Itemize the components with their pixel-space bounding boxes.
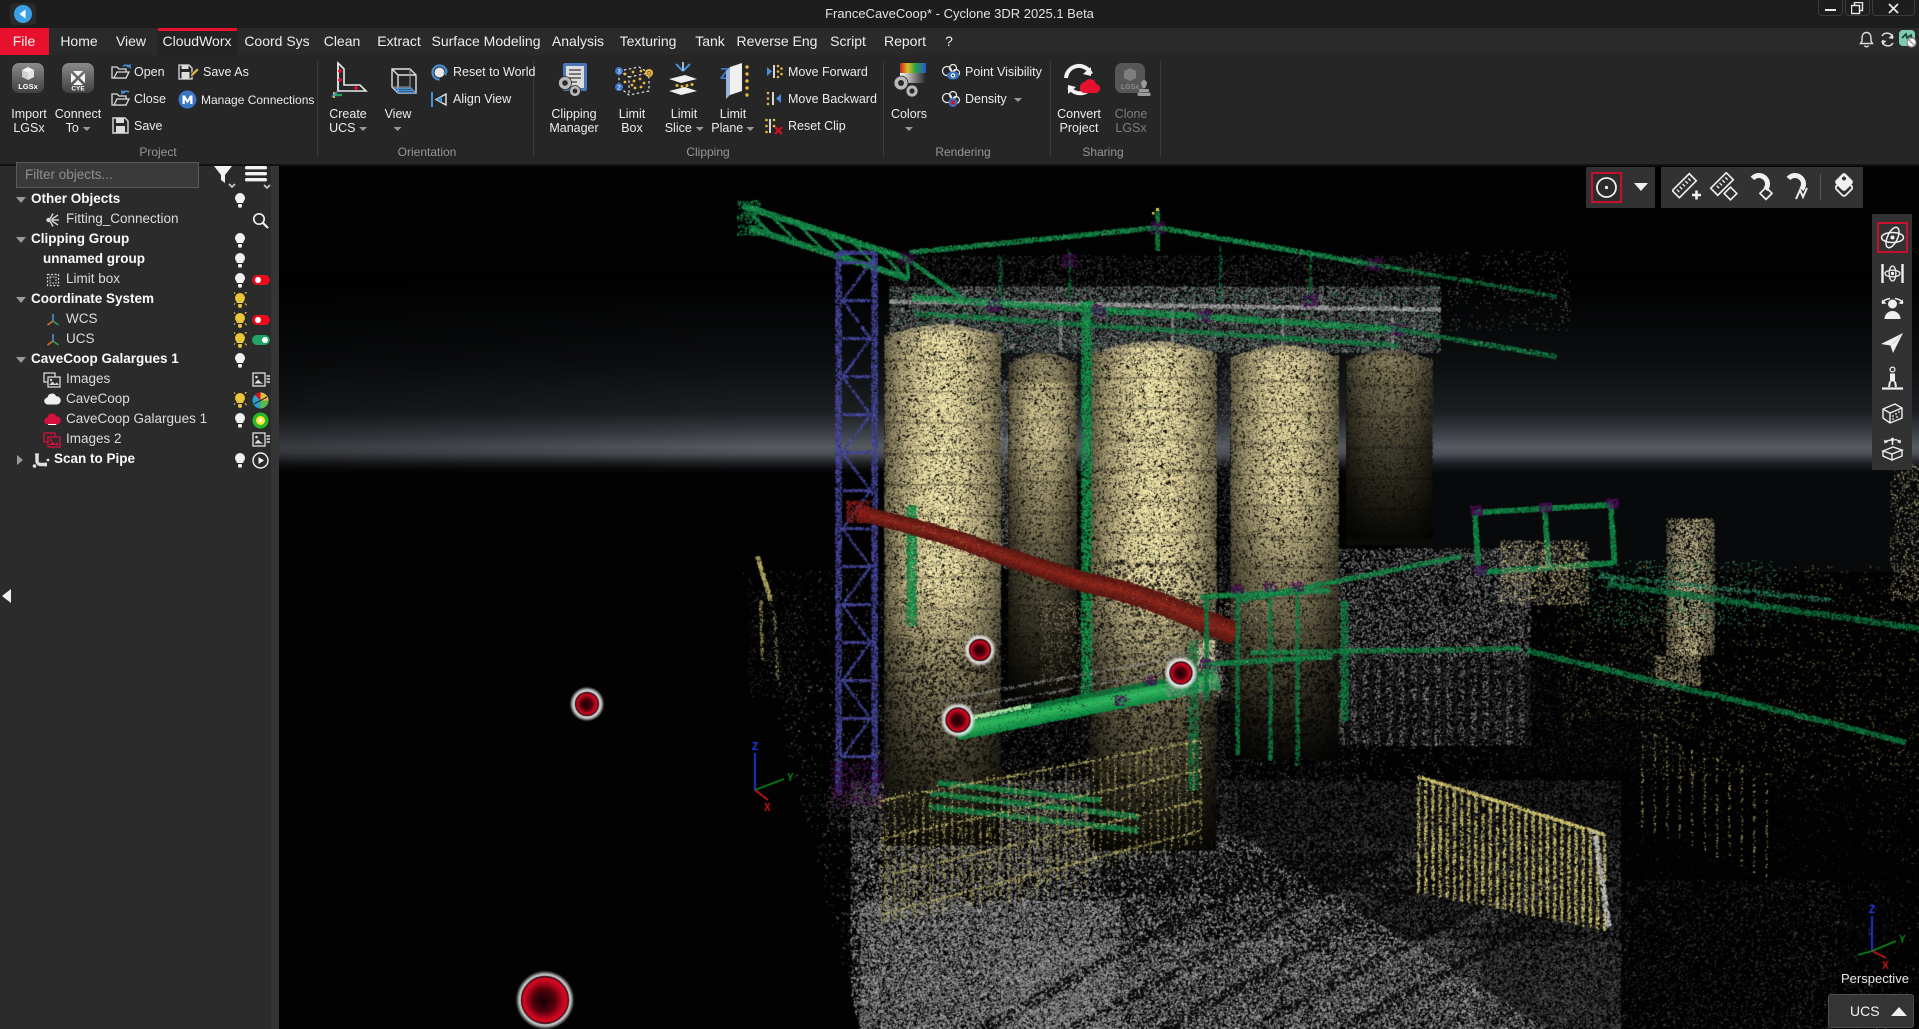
svg-text:2: 2 xyxy=(617,85,621,92)
svg-text:CYE: CYE xyxy=(71,86,85,93)
svg-text:3: 3 xyxy=(617,69,621,76)
svg-text:LGSx: LGSx xyxy=(1121,84,1139,91)
svg-text:0: 0 xyxy=(647,71,651,78)
svg-text:LGSx: LGSx xyxy=(18,82,38,91)
